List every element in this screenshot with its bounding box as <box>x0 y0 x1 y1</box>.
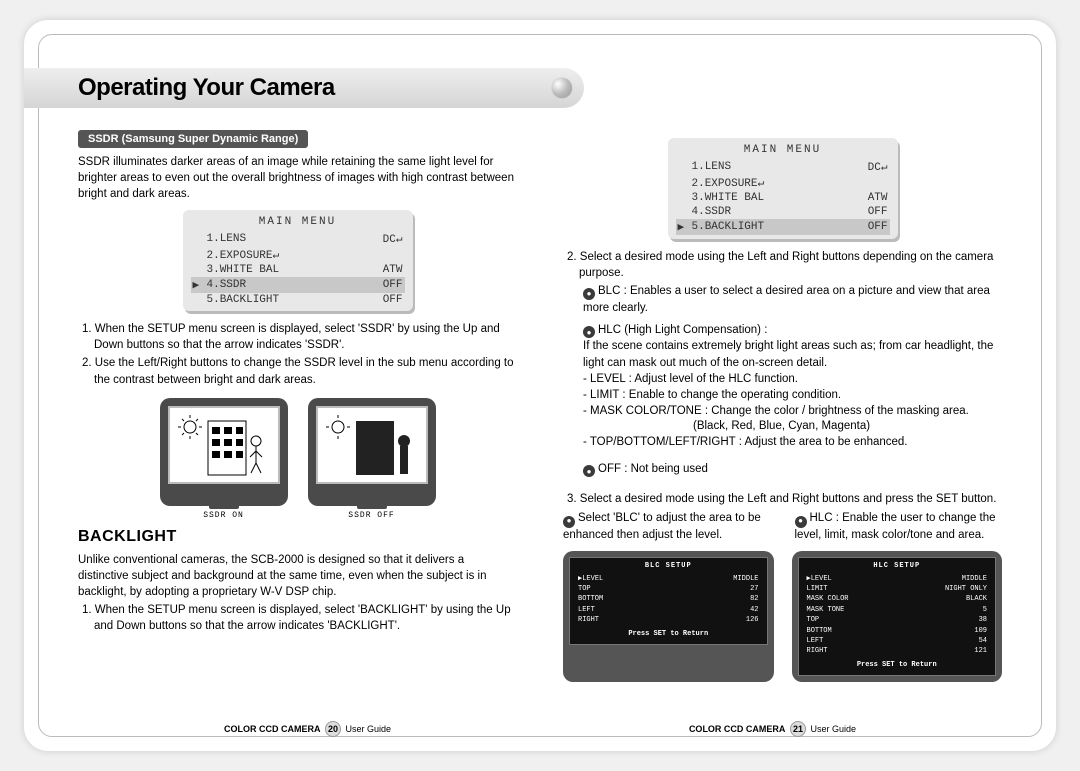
ssdr-off-caption: SSDR OFF <box>308 511 436 520</box>
table-row: 2.EXPOSURE↵ <box>191 247 405 263</box>
backlight-step2-list: 2. Select a desired mode using the Left … <box>563 249 1002 281</box>
footer-right: COLOR CCD CAMERA 21 User Guide <box>689 721 856 737</box>
hlc-item: - LIMIT : Enable to change the operating… <box>563 387 1002 403</box>
table-row: TOP38 <box>807 616 988 624</box>
list-item: 1. When the SETUP menu screen is display… <box>78 602 517 634</box>
table-row: LIMITNIGHT ONLY <box>807 585 988 593</box>
building-dark-icon <box>322 413 422 477</box>
table-row: 2.EXPOSURE↵ <box>676 175 890 191</box>
list-item: 3. Select a desired mode using the Left … <box>563 491 1002 507</box>
table-row: MASK TONE5 <box>807 606 988 614</box>
footer-left: COLOR CCD CAMERA 20 User Guide <box>224 721 391 737</box>
blc-lead: ●BLC : Enables a user to select a desire… <box>563 283 1002 316</box>
disc-icon: ● <box>795 516 807 528</box>
ssdr-steps: 1. When the SETUP menu screen is display… <box>78 321 517 387</box>
off-lead: ●OFF : Not being used <box>563 461 1002 478</box>
ssdr-main-menu-osd: MAIN MENU 1.LENSDC↵ 2.EXPOSURE↵ 3.WHITE … <box>183 210 413 311</box>
page-background: Operating Your Camera SSDR (Samsung Supe… <box>24 20 1056 751</box>
osd-return: Press SET to Return <box>805 661 990 669</box>
backlight-main-menu-osd: MAIN MENU 1.LENSDC↵ 2.EXPOSURE↵ 3.WHITE … <box>668 138 898 239</box>
hlc-tblr: - TOP/BOTTOM/LEFT/RIGHT : Adjust the are… <box>563 434 1002 450</box>
table-row: ▶5.BACKLIGHTOFF <box>676 219 890 235</box>
backlight-step3-list: 3. Select a desired mode using the Left … <box>563 491 1002 507</box>
backlight-steps: 1. When the SETUP menu screen is display… <box>78 602 517 634</box>
chapter-ornament-icon <box>552 78 572 98</box>
ssdr-badge: SSDR (Samsung Super Dynamic Range) <box>78 130 308 148</box>
blc-setup-osd: BLC SETUP ▶LEVELMIDDLE TOP27 BOTTOM82 LE… <box>563 551 774 682</box>
osd-title: MAIN MENU <box>191 216 405 228</box>
table-row: 1.LENSDC↵ <box>191 231 405 247</box>
chapter-header: Operating Your Camera <box>24 68 584 108</box>
table-row: 1.LENSDC↵ <box>676 159 890 175</box>
hlc-lead: ●HLC (High Light Compensation) : <box>563 322 1002 339</box>
list-item: 2. Select a desired mode using the Left … <box>563 249 1002 281</box>
hlc-setup-osd: HLC SETUP ▶LEVELMIDDLE LIMITNIGHT ONLY M… <box>792 551 1003 682</box>
table-row: 3.WHITE BALATW <box>676 191 890 205</box>
table-row: RIGHT126 <box>578 616 759 624</box>
hlc-item: - MASK COLOR/TONE : Change the color / b… <box>563 403 1002 419</box>
hlc-item: - LEVEL : Adjust level of the HLC functi… <box>563 371 1002 387</box>
table-row: ▶LEVELMIDDLE <box>578 575 759 583</box>
osd-title: BLC SETUP <box>576 562 761 570</box>
split-left: ●Select 'BLC' to adjust the area to be e… <box>563 511 771 543</box>
table-row: 4.SSDROFF <box>676 205 890 219</box>
table-row: ▶LEVELMIDDLE <box>807 575 988 583</box>
disc-icon: ● <box>583 288 595 300</box>
disc-icon: ● <box>583 465 595 477</box>
building-sun-icon <box>174 413 274 477</box>
table-row: LEFT54 <box>807 637 988 645</box>
ssdr-off-illustration <box>308 398 436 506</box>
table-row: 5.BACKLIGHTOFF <box>191 293 405 307</box>
table-row: ▶4.SSDROFF <box>191 277 405 293</box>
table-row: 3.WHITE BALATW <box>191 263 405 277</box>
ssdr-intro: SSDR illuminates darker areas of an imag… <box>78 154 517 202</box>
table-row: RIGHT121 <box>807 647 988 655</box>
page-number-20: 20 <box>325 721 341 737</box>
table-row: MASK COLORBLACK <box>807 595 988 603</box>
osd-title: MAIN MENU <box>676 144 890 156</box>
page-20: SSDR (Samsung Super Dynamic Range) SSDR … <box>78 130 517 705</box>
ssdr-menu-table: 1.LENSDC↵ 2.EXPOSURE↵ 3.WHITE BALATW ▶4.… <box>191 231 405 307</box>
ssdr-on-caption: SSDR ON <box>160 511 288 520</box>
table-row: TOP27 <box>578 585 759 593</box>
table-row: BOTTOM109 <box>807 627 988 635</box>
hlc-colors: (Black, Red, Blue, Cyan, Magenta) <box>563 419 1002 435</box>
table-row: BOTTOM82 <box>578 595 759 603</box>
backlight-menu-table: 1.LENSDC↵ 2.EXPOSURE↵ 3.WHITE BALATW 4.S… <box>676 159 890 235</box>
osd-title: HLC SETUP <box>805 562 990 570</box>
page-21: MAIN MENU 1.LENSDC↵ 2.EXPOSURE↵ 3.WHITE … <box>563 130 1002 705</box>
backlight-intro: Unlike conventional cameras, the SCB-200… <box>78 552 517 600</box>
disc-icon: ● <box>583 326 595 338</box>
split-right: ●HLC : Enable the user to change the lev… <box>795 511 1003 543</box>
list-item: 2. Use the Left/Right buttons to change … <box>78 355 517 387</box>
hlc-body: If the scene contains extremely bright l… <box>563 338 1002 370</box>
chapter-title: Operating Your Camera <box>78 74 335 102</box>
ssdr-on-illustration <box>160 398 288 506</box>
page-number-21: 21 <box>790 721 806 737</box>
table-row: LEFT42 <box>578 606 759 614</box>
backlight-title: BACKLIGHT <box>78 528 517 546</box>
list-item: 1. When the SETUP menu screen is display… <box>78 321 517 353</box>
disc-icon: ● <box>563 516 575 528</box>
osd-return: Press SET to Return <box>576 630 761 638</box>
